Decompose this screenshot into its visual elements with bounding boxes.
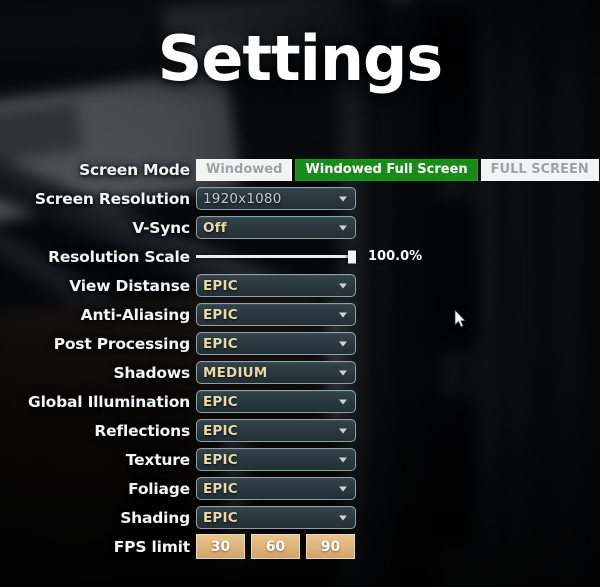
settings-row-label: Screen Mode xyxy=(79,160,190,179)
settings-row: Post Processing EPIC xyxy=(0,329,600,358)
chevron-down-icon xyxy=(339,370,347,375)
chevron-down-icon xyxy=(339,457,347,462)
settings-dropdown[interactable]: 1920x1080 xyxy=(196,187,356,210)
settings-row-label: Foliage xyxy=(128,479,190,498)
settings-row: Global Illumination EPIC xyxy=(0,387,600,416)
settings-row-label: Screen Resolution xyxy=(34,189,190,208)
screen-mode-option-button[interactable]: Windowed xyxy=(196,158,293,181)
page-title: Settings xyxy=(157,22,444,95)
settings-row: Shadows MEDIUM xyxy=(0,358,600,387)
settings-row-control: EPIC xyxy=(196,506,600,529)
settings-row-label: Resolution Scale xyxy=(48,247,190,266)
settings-dropdown-value: EPIC xyxy=(203,277,238,294)
settings-dropdown[interactable]: EPIC xyxy=(196,448,356,471)
settings-dropdown-value: EPIC xyxy=(203,480,238,497)
resolution-scale-slider[interactable] xyxy=(196,250,356,263)
settings-row-control: EPIC xyxy=(196,448,600,471)
settings-row: Screen Resolution 1920x1080 xyxy=(0,184,600,213)
game-settings-screen: Settings Screen Mode Windowed Windowed Ful… xyxy=(0,0,600,587)
settings-rows-list: Screen Mode Windowed Windowed Full Screen F… xyxy=(0,155,600,561)
settings-dropdown[interactable]: MEDIUM xyxy=(196,361,356,384)
settings-row: Foliage EPIC xyxy=(0,474,600,503)
slider-value-label: 100.0% xyxy=(368,249,423,264)
settings-row-label: Shadows xyxy=(113,363,190,382)
chevron-down-icon xyxy=(339,225,347,230)
settings-dropdown[interactable]: EPIC xyxy=(196,332,356,355)
chevron-down-icon xyxy=(339,486,347,491)
settings-row-label: Shading xyxy=(120,508,190,527)
settings-row-label: Texture xyxy=(125,450,190,469)
settings-dropdown-value: EPIC xyxy=(203,306,238,323)
settings-row-label: Post Processing xyxy=(53,334,190,353)
settings-row-control: EPIC xyxy=(196,332,600,355)
settings-row-control: EPIC xyxy=(196,390,600,413)
settings-row-control: EPIC xyxy=(196,419,600,442)
chevron-down-icon xyxy=(339,196,347,201)
settings-row-control: 100.0% xyxy=(196,249,600,264)
settings-ui-layer: Settings Screen Mode Windowed Windowed Ful… xyxy=(0,0,600,587)
settings-dropdown-value: EPIC xyxy=(203,451,238,468)
settings-dropdown-value: EPIC xyxy=(203,335,238,352)
settings-dropdown[interactable]: EPIC xyxy=(196,390,356,413)
settings-row: FPS limit 30 60 90 xyxy=(0,532,600,561)
settings-dropdown[interactable]: EPIC xyxy=(196,477,356,500)
settings-dropdown-value: MEDIUM xyxy=(203,364,268,381)
chevron-down-icon xyxy=(339,428,347,433)
settings-row-control: Off xyxy=(196,216,600,239)
settings-dropdown[interactable]: EPIC xyxy=(196,506,356,529)
chevron-down-icon xyxy=(339,341,347,346)
settings-row: Shading EPIC xyxy=(0,503,600,532)
slider-handle[interactable] xyxy=(348,250,356,263)
screen-mode-option-button[interactable]: FULL SCREEN xyxy=(480,158,599,181)
settings-row: V-Sync Off xyxy=(0,213,600,242)
settings-dropdown-value: EPIC xyxy=(203,422,238,439)
settings-row: Reflections EPIC xyxy=(0,416,600,445)
settings-dropdown-value: EPIC xyxy=(203,393,238,410)
settings-row-control: EPIC xyxy=(196,303,600,326)
slider-track[interactable] xyxy=(196,250,356,263)
settings-row-label: Global Illumination xyxy=(28,392,190,411)
settings-row: Texture EPIC xyxy=(0,445,600,474)
settings-row: Screen Mode Windowed Windowed Full Screen F… xyxy=(0,155,600,184)
settings-row-control: EPIC xyxy=(196,274,600,297)
fps-limit-button[interactable]: 60 xyxy=(251,534,300,559)
chevron-down-icon xyxy=(339,283,347,288)
chevron-down-icon xyxy=(339,399,347,404)
chevron-down-icon xyxy=(339,515,347,520)
settings-row-label: View Distanse xyxy=(69,276,190,295)
settings-row-control: 1920x1080 xyxy=(196,187,600,210)
settings-dropdown-value: Off xyxy=(203,219,227,236)
fps-limit-button[interactable]: 30 xyxy=(196,534,245,559)
settings-row-label: Reflections xyxy=(94,421,190,440)
settings-row-control: MEDIUM xyxy=(196,361,600,384)
settings-dropdown[interactable]: Off xyxy=(196,216,356,239)
fps-limit-button[interactable]: 90 xyxy=(306,534,355,559)
settings-dropdown-value: 1920x1080 xyxy=(203,190,282,207)
settings-row: Anti-Aliasing EPIC xyxy=(0,300,600,329)
chevron-down-icon xyxy=(339,312,347,317)
settings-row: View Distanse EPIC xyxy=(0,271,600,300)
settings-row-label: Anti-Aliasing xyxy=(80,305,191,324)
screen-mode-option-button[interactable]: Windowed Full Screen xyxy=(295,158,478,181)
settings-dropdown[interactable]: EPIC xyxy=(196,303,356,326)
settings-dropdown[interactable]: EPIC xyxy=(196,419,356,442)
settings-row: Resolution Scale 100.0% xyxy=(0,242,600,271)
settings-row-control: EPIC xyxy=(196,477,600,500)
settings-row-label: V-Sync xyxy=(132,218,190,237)
settings-row-control: Windowed Windowed Full Screen FULL SCREEN xyxy=(196,158,600,181)
settings-dropdown-value: EPIC xyxy=(203,509,238,526)
settings-row-label: FPS limit xyxy=(113,537,190,556)
settings-row-control: 30 60 90 xyxy=(196,534,600,559)
settings-dropdown[interactable]: EPIC xyxy=(196,274,356,297)
